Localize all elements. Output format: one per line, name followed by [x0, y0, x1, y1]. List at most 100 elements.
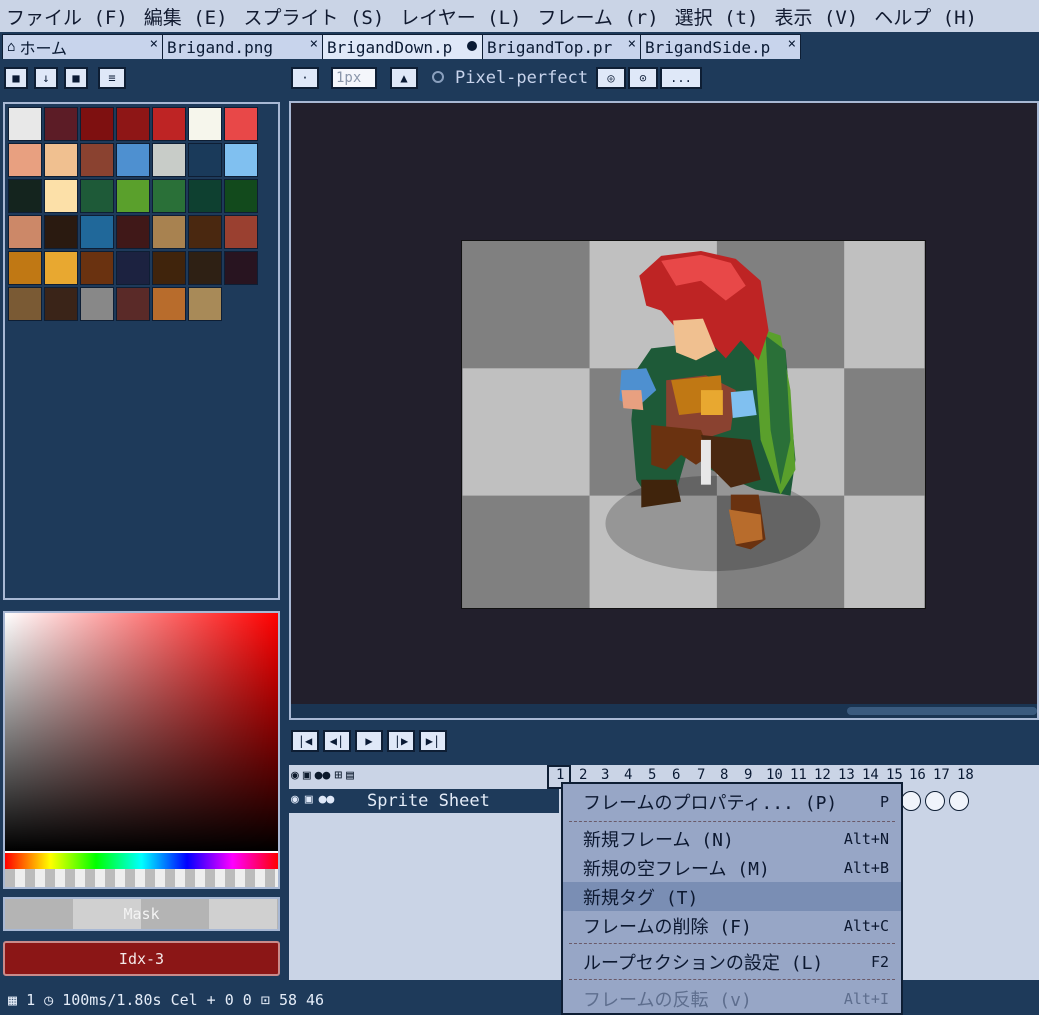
palette-swatch[interactable]: [152, 215, 186, 249]
palette-swatch[interactable]: [188, 215, 222, 249]
tab-home[interactable]: ⌂ ホーム ×: [2, 34, 163, 59]
link-icon[interactable]: ⊞: [334, 768, 342, 787]
ink-button[interactable]: ▲: [390, 67, 418, 89]
palette-swatch[interactable]: [8, 215, 42, 249]
layers-icon[interactable]: ▤: [346, 768, 354, 787]
close-icon[interactable]: ×: [788, 36, 796, 52]
alpha-slider[interactable]: [5, 869, 278, 887]
palette-swatch[interactable]: [152, 287, 186, 321]
palette-menu-button[interactable]: ≡: [98, 67, 126, 89]
frame-number[interactable]: 16: [909, 767, 926, 783]
symmetry-button[interactable]: ◎: [596, 67, 626, 89]
mask-color-button[interactable]: Mask: [3, 897, 280, 931]
pixel-perfect-checkbox[interactable]: [432, 71, 444, 83]
frame-number[interactable]: 6: [672, 767, 680, 783]
hue-slider[interactable]: [5, 853, 278, 869]
frame-number[interactable]: 1: [556, 767, 564, 783]
continuous-icon[interactable]: ●●: [315, 768, 331, 787]
frame-number[interactable]: 10: [766, 767, 783, 783]
tab-brigand[interactable]: Brigand.png ×: [162, 34, 323, 59]
palette-swatch[interactable]: [8, 107, 42, 141]
palette-swatch[interactable]: [224, 215, 258, 249]
prev-frame-button[interactable]: ◀|: [323, 730, 351, 752]
cel-16[interactable]: [901, 791, 921, 811]
eye-icon[interactable]: ◉: [291, 768, 299, 787]
palette-swatch[interactable]: [44, 215, 78, 249]
palette-swatch[interactable]: [116, 179, 150, 213]
palette-swatch[interactable]: [116, 287, 150, 321]
first-frame-button[interactable]: |◀: [291, 730, 319, 752]
palette-swatch[interactable]: [224, 107, 258, 141]
palette-swatch[interactable]: [44, 179, 78, 213]
frame-number[interactable]: 9: [744, 767, 752, 783]
lock-icon[interactable]: ▣: [303, 768, 311, 787]
menu-layer[interactable]: レイヤー (L): [394, 3, 531, 30]
lock-palette-button[interactable]: ■: [4, 67, 28, 89]
frame-number[interactable]: 13: [838, 767, 855, 783]
palette-swatch[interactable]: [8, 287, 42, 321]
palette-swatch[interactable]: [80, 251, 114, 285]
frame-number[interactable]: 17: [933, 767, 950, 783]
menu-sprite[interactable]: スプライト (S): [238, 3, 395, 30]
frame-number[interactable]: 3: [601, 767, 609, 783]
frame-number[interactable]: 14: [862, 767, 879, 783]
symmetry-options-button[interactable]: ⊙: [628, 67, 658, 89]
lock-icon[interactable]: ▣: [305, 792, 313, 807]
menu-new-empty-frame[interactable]: 新規の空フレーム (M) Alt+B: [563, 853, 901, 882]
menu-delete-frame[interactable]: フレームの削除 (F) Alt+C: [563, 911, 901, 940]
frame-number[interactable]: 5: [648, 767, 656, 783]
palette-swatch[interactable]: [224, 179, 258, 213]
last-frame-button[interactable]: ▶|: [419, 730, 447, 752]
more-button[interactable]: ...: [660, 67, 702, 89]
cel-18[interactable]: [949, 791, 969, 811]
menu-edit[interactable]: 編集 (E): [138, 3, 238, 30]
palette-swatch[interactable]: [188, 143, 222, 177]
palette-swatch[interactable]: [80, 215, 114, 249]
palette-swatch[interactable]: [80, 143, 114, 177]
palette-swatch[interactable]: [224, 143, 258, 177]
palette-swatch[interactable]: [188, 107, 222, 141]
continuous-icon[interactable]: ●●: [319, 792, 335, 807]
palette-swatch[interactable]: [80, 107, 114, 141]
palette-swatch[interactable]: [116, 215, 150, 249]
brush-type-button[interactable]: ·: [291, 67, 319, 89]
palette-swatch[interactable]: [44, 143, 78, 177]
brush-size-input[interactable]: 1px: [331, 67, 377, 89]
cel-17[interactable]: [925, 791, 945, 811]
palette-swatch[interactable]: [188, 179, 222, 213]
play-button[interactable]: ▶: [355, 730, 383, 752]
palette-swatch[interactable]: [152, 107, 186, 141]
menu-new-tag[interactable]: 新規タグ (T): [563, 882, 901, 911]
fg-color-button[interactable]: Idx-3: [3, 941, 280, 976]
frame-number[interactable]: 7: [697, 767, 705, 783]
menu-reverse-frames[interactable]: フレームの反転 (v) Alt+I: [563, 984, 901, 1013]
saturation-value-field[interactable]: [5, 613, 278, 851]
frame-number[interactable]: 2: [579, 767, 587, 783]
frame-number[interactable]: 12: [814, 767, 831, 783]
frame-number[interactable]: 8: [720, 767, 728, 783]
menu-help[interactable]: ヘルプ (H): [868, 3, 987, 30]
menu-new-frame[interactable]: 新規フレーム (N) Alt+N: [563, 824, 901, 853]
palette-swatch[interactable]: [116, 107, 150, 141]
frame-number[interactable]: 4: [624, 767, 632, 783]
palette-swatch[interactable]: [8, 143, 42, 177]
menu-view[interactable]: 表示 (V): [768, 3, 868, 30]
tab-brigand-down[interactable]: BrigandDown.p: [322, 34, 483, 59]
palette-swatch[interactable]: [152, 143, 186, 177]
palette-swatch[interactable]: [44, 107, 78, 141]
palette-swatch[interactable]: [44, 287, 78, 321]
frame-number[interactable]: 18: [957, 767, 974, 783]
close-icon[interactable]: ×: [310, 36, 318, 52]
palette-swatch[interactable]: [80, 287, 114, 321]
scrollbar-thumb[interactable]: [847, 707, 1037, 715]
tab-brigand-side[interactable]: BrigandSide.p ×: [640, 34, 801, 59]
frame-number[interactable]: 11: [790, 767, 807, 783]
close-icon[interactable]: ×: [628, 36, 636, 52]
sprite-canvas[interactable]: [461, 240, 926, 609]
menu-select[interactable]: 選択 (t): [669, 3, 769, 30]
layer-row[interactable]: ◉ ▣ ●● Sprite Sheet: [289, 789, 559, 813]
palette-swatch[interactable]: [188, 251, 222, 285]
tab-brigand-top[interactable]: BrigandTop.pr ×: [482, 34, 641, 59]
palette-swatch[interactable]: [116, 251, 150, 285]
palette-swatch[interactable]: [116, 143, 150, 177]
